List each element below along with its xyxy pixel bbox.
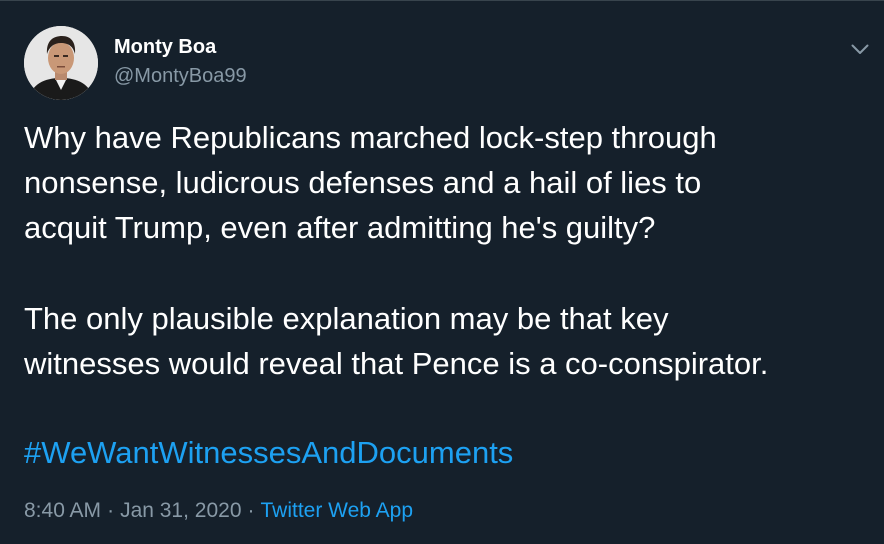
more-options-button[interactable] [846,35,874,63]
author-name[interactable]: Monty Boa [114,36,216,59]
chevron-down-icon [851,44,869,54]
tweet-line: Why have Republicans marched lock-step t… [24,120,717,155]
author-avatar[interactable] [24,26,98,100]
paragraph-break [24,250,874,296]
tweet-date[interactable]: Jan 31, 2020 [120,499,241,522]
tweet-line: The only plausible explanation may be th… [24,301,669,336]
hashtag-link[interactable]: #WeWantWitnessesAndDocuments [24,430,513,475]
tweet-source-link[interactable]: Twitter Web App [261,499,414,522]
separator-dot: · [247,499,255,522]
author-handle[interactable]: @MontyBoa99 [114,65,247,88]
tweet-line: witnesses would reveal that Pence is a c… [24,346,769,381]
tweet-line: nonsense, ludicrous defenses and a hail … [24,165,702,200]
tweet-card: Monty Boa @MontyBoa99 Why have Republica… [0,0,884,544]
tweet-time[interactable]: 8:40 AM [24,499,101,522]
separator-dot: · [107,499,115,522]
tweet-text: Why have Republicans marched lock-step t… [24,115,874,386]
profile-photo [24,26,98,100]
tweet-line: acquit Trump, even after admitting he's … [24,210,656,245]
tweet-metadata: 8:40 AM · Jan 31, 2020 · Twitter Web App [24,497,413,525]
